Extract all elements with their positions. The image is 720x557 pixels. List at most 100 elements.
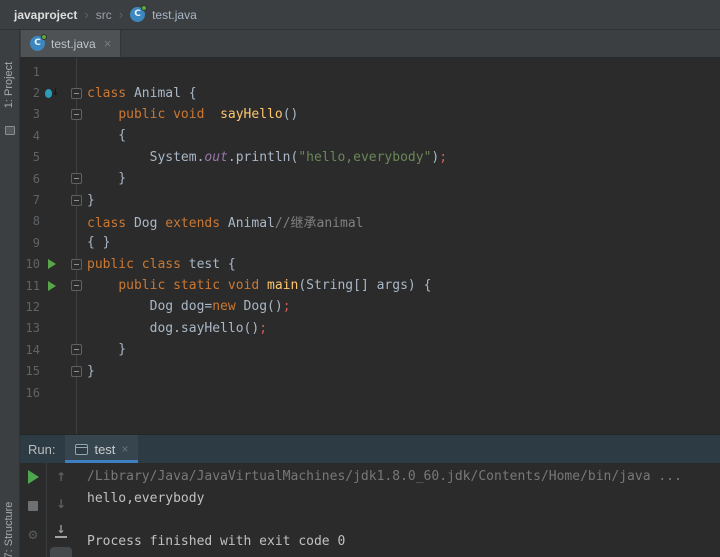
scroll-to-end-button[interactable]: ↓ xyxy=(55,524,66,538)
console-line: /Library/Java/JavaVirtualMachines/jdk1.8… xyxy=(87,466,720,488)
code-line[interactable]: 13 dog.sayHello(); xyxy=(20,318,720,339)
run-tab-label: test xyxy=(94,442,115,457)
fold-marker[interactable] xyxy=(71,366,82,377)
close-run-tab-icon[interactable]: × xyxy=(121,442,128,456)
line-number: 12 xyxy=(20,300,40,314)
tool-button-label: 1: Project xyxy=(3,62,15,108)
console-icon xyxy=(75,444,88,455)
settings-icon[interactable]: ⚙ xyxy=(28,528,39,542)
run-label: Run: xyxy=(28,442,55,457)
fold-spacer xyxy=(71,130,82,141)
stop-icon xyxy=(28,501,38,511)
line-number: 15 xyxy=(20,364,40,378)
code-line[interactable]: 16 xyxy=(20,382,720,403)
fold-marker[interactable] xyxy=(71,280,82,291)
fold-marker[interactable] xyxy=(71,195,82,206)
code-text: } xyxy=(87,364,95,379)
code-text: public static void main(String[] args) { xyxy=(87,278,431,293)
line-number: 14 xyxy=(20,343,40,357)
stop-button[interactable] xyxy=(28,499,38,513)
fold-marker[interactable] xyxy=(71,259,82,270)
console-output[interactable]: /Library/Java/JavaVirtualMachines/jdk1.8… xyxy=(75,463,720,557)
run-badge-icon xyxy=(141,5,147,11)
code-line[interactable]: 7} xyxy=(20,189,720,210)
line-number: 10 xyxy=(20,257,40,271)
code-line[interactable]: 4 { xyxy=(20,125,720,146)
run-toolbar-main: ⚙ xyxy=(20,463,47,557)
console-line: Process finished with exit code 0 xyxy=(87,531,720,553)
project-folder-icon xyxy=(5,126,15,135)
java-class-icon: C xyxy=(130,7,145,22)
line-number: 7 xyxy=(20,193,40,207)
console-line: hello,everybody xyxy=(87,488,720,510)
code-text: } xyxy=(87,171,126,186)
tab-test-java[interactable]: C test.java × xyxy=(21,30,121,57)
code-text: public void sayHello() xyxy=(87,107,298,122)
code-line[interactable]: 2↓class Animal { xyxy=(20,82,720,103)
sidebar-item-structure[interactable]: 7: Structure xyxy=(3,492,17,557)
fold-marker[interactable] xyxy=(71,173,82,184)
breadcrumb-project[interactable]: javaproject xyxy=(14,8,77,22)
close-tab-icon[interactable]: × xyxy=(104,36,112,51)
code-text: Dog dog=new Dog(); xyxy=(87,299,291,314)
code-text: class Dog extends Animal//继承animal xyxy=(87,212,364,231)
run-gutter-icon[interactable] xyxy=(45,281,59,291)
code-line[interactable]: 6 } xyxy=(20,168,720,189)
fold-spacer xyxy=(71,387,82,398)
breadcrumb-separator-icon: › xyxy=(119,7,123,22)
breadcrumb-src[interactable]: src xyxy=(96,8,112,22)
run-panel: Run: test × ⚙ ↑ xyxy=(20,434,720,557)
up-arrow-icon[interactable]: ↑ xyxy=(56,470,66,484)
breadcrumb-file[interactable]: test.java xyxy=(152,8,197,22)
line-number: 6 xyxy=(20,172,40,186)
editor-tab-bar: C test.java × xyxy=(20,30,720,58)
fold-spacer xyxy=(71,66,82,77)
play-icon xyxy=(48,259,56,269)
code-line[interactable]: 14 } xyxy=(20,339,720,360)
line-number: 9 xyxy=(20,236,40,250)
tool-window-stripe: 1: Project 7: Structure xyxy=(0,30,20,557)
code-line[interactable]: 15} xyxy=(20,360,720,381)
play-icon xyxy=(48,281,56,291)
breadcrumb-separator-icon: › xyxy=(84,7,88,22)
run-tab-test[interactable]: test × xyxy=(65,435,138,463)
active-tab-underline xyxy=(65,460,138,463)
code-line[interactable]: 3 public void sayHello() xyxy=(20,104,720,125)
down-arrow-icon[interactable]: ↓ xyxy=(56,497,66,511)
code-line[interactable]: 9{ } xyxy=(20,232,720,253)
code-line[interactable]: 10 public class test { xyxy=(20,254,720,275)
code-editor[interactable]: 12↓class Animal {3 public void sayHello(… xyxy=(20,58,720,434)
toolbar-button[interactable] xyxy=(50,547,72,557)
code-text: { xyxy=(87,128,126,143)
fold-spacer xyxy=(71,216,82,227)
code-line[interactable]: 11 public static void main(String[] args… xyxy=(20,275,720,296)
line-number: 5 xyxy=(20,150,40,164)
line-number: 16 xyxy=(20,386,40,400)
play-icon xyxy=(28,470,39,484)
code-text: } xyxy=(87,193,95,208)
sidebar-item-project[interactable]: 1: Project xyxy=(3,47,17,123)
tool-button-label: 7: Structure xyxy=(3,502,15,557)
line-number: 3 xyxy=(20,107,40,121)
fold-marker[interactable] xyxy=(71,109,82,120)
code-text: } xyxy=(87,342,126,357)
scroll-to-end-icon: ↓ xyxy=(55,525,66,538)
line-number: 2 xyxy=(20,86,40,100)
subclassed-gutter-icon[interactable]: ↓ xyxy=(45,88,59,98)
main-area: 1: Project 7: Structure C test.java × 12… xyxy=(0,30,720,557)
java-class-letter: C xyxy=(134,10,141,19)
run-gutter-icon[interactable] xyxy=(45,259,59,269)
fold-marker[interactable] xyxy=(71,344,82,355)
code-line[interactable]: 5 System.out.println("hello,everybody"); xyxy=(20,147,720,168)
rerun-button[interactable] xyxy=(28,470,39,484)
line-number: 8 xyxy=(20,214,40,228)
code-line[interactable]: 1 xyxy=(20,61,720,82)
fold-spacer xyxy=(71,237,82,248)
fold-marker[interactable] xyxy=(71,88,82,99)
tab-label: test.java xyxy=(51,37,96,51)
run-panel-body: ⚙ ↑ ↓ ↓ /Library/Java/JavaVirtualMachine… xyxy=(20,463,720,557)
code-text: public class test { xyxy=(87,257,236,272)
line-number: 13 xyxy=(20,321,40,335)
code-line[interactable]: 12 Dog dog=new Dog(); xyxy=(20,296,720,317)
code-line[interactable]: 8 class Dog extends Animal//继承animal xyxy=(20,211,720,232)
